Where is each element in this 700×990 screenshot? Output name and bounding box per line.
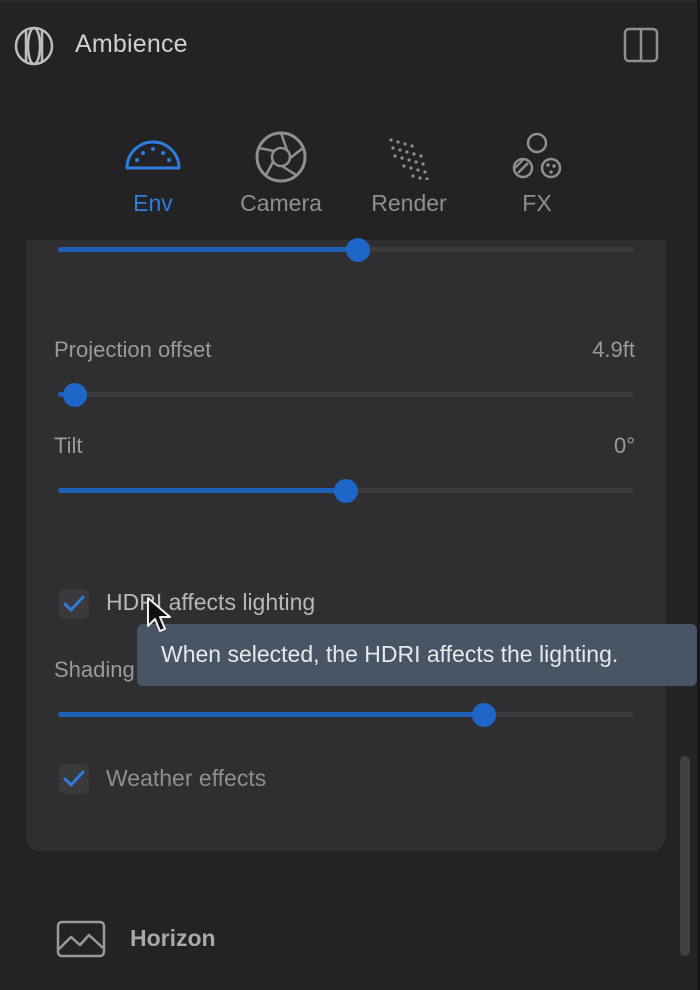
- tab-fx-label: FX: [522, 190, 552, 216]
- shapes-icon: [512, 132, 562, 179]
- tab-camera-label: Camera: [240, 190, 322, 216]
- projection-offset-label: Projection offset: [54, 337, 212, 362]
- header: Ambience: [0, 0, 700, 92]
- checkmark-icon: [63, 595, 85, 612]
- env-settings-panel: Projection offset 4.9ft Tilt 0° HDRI aff…: [26, 238, 666, 851]
- weather-effects-checkbox[interactable]: [59, 764, 89, 794]
- tab-camera[interactable]: Camera: [221, 120, 341, 230]
- shading-slider[interactable]: [58, 703, 634, 727]
- app-title: Ambience: [75, 30, 188, 58]
- slider-thumb[interactable]: [472, 703, 497, 727]
- tab-env-label: Env: [133, 190, 173, 216]
- tab-env[interactable]: Env: [93, 120, 213, 230]
- tilt-label: Tilt: [54, 433, 83, 458]
- checkmark-icon: [63, 770, 85, 787]
- tilt-value: 0°: [613, 433, 635, 458]
- slider-thumb[interactable]: [63, 383, 88, 407]
- dot-grid-icon: [389, 138, 429, 180]
- tab-fx[interactable]: FX: [477, 120, 597, 230]
- mouse-cursor-icon: [147, 597, 171, 632]
- top-slider[interactable]: [58, 238, 634, 262]
- scrollbar[interactable]: [680, 756, 690, 956]
- projection-offset-slider[interactable]: [58, 383, 634, 407]
- tooltip-text: When selected, the HDRI affects the ligh…: [161, 641, 619, 667]
- split-panel-icon[interactable]: [622, 26, 660, 64]
- slider-fill: [58, 488, 346, 493]
- aperture-icon: [255, 131, 307, 183]
- horizon-label: Horizon: [130, 925, 216, 951]
- tooltip: When selected, the HDRI affects the ligh…: [137, 624, 697, 686]
- tilt-slider[interactable]: [58, 479, 634, 503]
- tab-render[interactable]: Render: [349, 120, 469, 230]
- dome-icon: [125, 140, 181, 170]
- slider-track: [58, 392, 634, 397]
- slider-thumb[interactable]: [334, 479, 358, 503]
- category-tabs: Env Camera Render FX: [0, 120, 700, 230]
- slider-thumb[interactable]: [345, 238, 370, 262]
- hdri-lighting-checkbox[interactable]: [59, 589, 89, 619]
- tab-render-label: Render: [371, 190, 447, 216]
- hdri-lighting-label: HDRI affects lighting: [106, 589, 316, 615]
- shading-label: Shading: [54, 657, 135, 682]
- horizon-section[interactable]: Horizon: [56, 915, 356, 965]
- slider-fill: [58, 712, 485, 717]
- slider-fill: [58, 247, 358, 252]
- landscape-image-icon: [56, 920, 106, 958]
- weather-effects-label: Weather effects: [106, 765, 267, 791]
- projection-offset-value: 4.9ft: [592, 337, 635, 362]
- globe-logo-icon: [14, 26, 54, 66]
